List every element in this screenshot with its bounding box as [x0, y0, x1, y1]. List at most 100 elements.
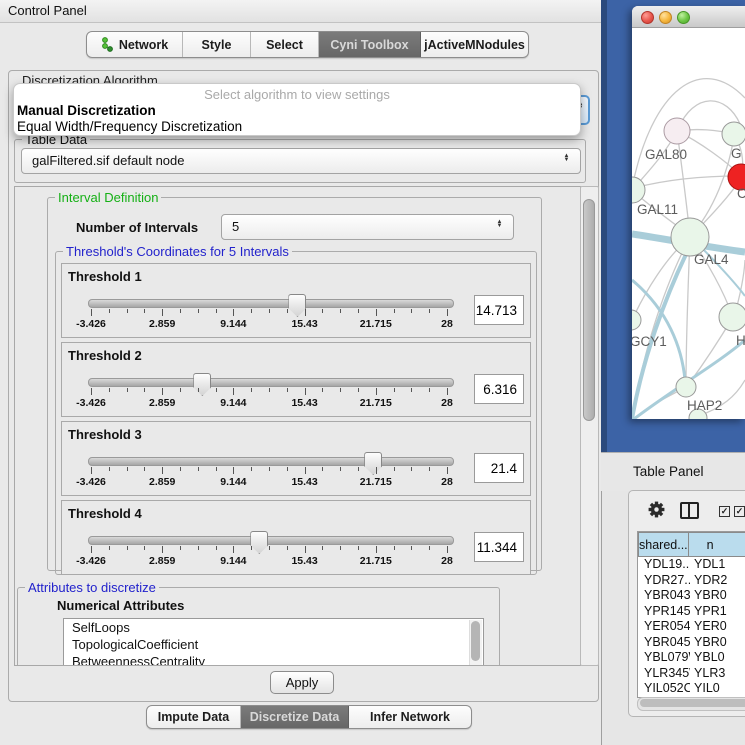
- threshold-4-value-field[interactable]: 11.344: [474, 532, 524, 562]
- threshold-1-value-field[interactable]: 14.713: [474, 295, 524, 325]
- tab-impute-data[interactable]: Impute Data: [147, 706, 241, 728]
- network-canvas[interactable]: GAL80GCGAL11GAL4GCY1HHAP2: [632, 28, 745, 419]
- node-attribute-table[interactable]: shared...n YDL19...YDL1YDR27...YDR2YBR04…: [637, 531, 745, 698]
- settings-vertical-scrollbar[interactable]: [580, 186, 599, 666]
- slider-tick: [233, 467, 234, 474]
- slider-tick: [376, 467, 377, 474]
- table-column-header[interactable]: shared...: [638, 532, 689, 557]
- threshold-1-slider-track[interactable]: [88, 299, 454, 308]
- table-row[interactable]: YBR045CYBR0: [638, 635, 745, 651]
- table-horizontal-scrollbar[interactable]: [637, 697, 745, 711]
- gear-icon[interactable]: [647, 500, 666, 519]
- table-toolbar: ✓ ✓: [633, 497, 745, 525]
- network-node[interactable]: [676, 377, 696, 397]
- slider-tick-label: -3.426: [68, 397, 114, 409]
- network-window-titlebar[interactable]: [632, 6, 745, 28]
- table-data-combobox[interactable]: galFiltered.sif default node ▲▼: [21, 148, 581, 174]
- threshold-2-slider-track[interactable]: [88, 378, 454, 387]
- table-cell: YPR145W: [638, 604, 690, 620]
- table-row[interactable]: YPR145WYPR1: [638, 604, 745, 620]
- threshold-4-slider-handle[interactable]: [250, 531, 268, 554]
- attribute-list-item[interactable]: BetweennessCentrality: [64, 653, 483, 666]
- checked-box-icon[interactable]: ✓: [719, 506, 730, 517]
- network-node[interactable]: [664, 118, 690, 144]
- tab-jactivemnodules[interactable]: jActiveMNodules: [421, 32, 528, 57]
- threshold-4-panel: Threshold 4 11.344 -3.4262.8599.14415.43…: [61, 500, 531, 575]
- menu-item-equal-width-frequency[interactable]: Equal Width/Frequency Discretization: [17, 119, 242, 134]
- threshold-4-slider-track[interactable]: [88, 536, 454, 545]
- table-row[interactable]: YIL052CYIL0: [638, 681, 745, 697]
- slider-tick-label: 2.859: [139, 318, 185, 330]
- slider-tick: [162, 309, 163, 316]
- table-cell: YDR2: [690, 573, 745, 589]
- attribute-list-item[interactable]: SelfLoops: [64, 619, 483, 636]
- table-cell: YBR0: [690, 588, 745, 604]
- table-row[interactable]: YBR043CYBR0: [638, 588, 745, 604]
- tab-network[interactable]: Network: [87, 32, 183, 57]
- network-node[interactable]: [719, 303, 745, 331]
- network-node[interactable]: [722, 122, 745, 146]
- table-cell: YPR1: [690, 604, 745, 620]
- threshold-1-panel: Threshold 1 14.713 -3.4262.8599.14415.43…: [61, 263, 531, 338]
- slider-tick: [322, 546, 323, 550]
- table-row[interactable]: YER054CYER0: [638, 619, 745, 635]
- slider-tick: [269, 467, 270, 471]
- threshold-3-value-field[interactable]: 21.4: [474, 453, 524, 483]
- threshold-3-slider-handle[interactable]: [364, 452, 382, 475]
- network-node-label: HAP2: [687, 398, 722, 413]
- attributes-group-label: Attributes to discretize: [25, 580, 159, 595]
- menu-item-manual-discretization[interactable]: Manual Discretization: [17, 103, 156, 118]
- table-row[interactable]: YDR27...YDR2: [638, 573, 745, 589]
- checked-box-icon[interactable]: ✓: [734, 506, 745, 517]
- scrollbar-thumb[interactable]: [583, 199, 595, 421]
- table-column-header[interactable]: n: [689, 532, 745, 557]
- slider-tick: [251, 546, 252, 550]
- threshold-2-slider-handle[interactable]: [193, 373, 211, 396]
- mac-minimize-button[interactable]: [659, 11, 672, 24]
- table-panel-title: Table Panel: [633, 464, 704, 479]
- slider-tick: [287, 467, 288, 471]
- mac-close-button[interactable]: [641, 11, 654, 24]
- slider-tick: [109, 388, 110, 392]
- tab-style[interactable]: Style: [183, 32, 251, 57]
- control-panel: Control Panel ✕ Network Style Select Cyn…: [0, 0, 602, 745]
- split-columns-icon[interactable]: [680, 502, 699, 519]
- threshold-2-value-field[interactable]: 6.316: [474, 374, 524, 404]
- mac-zoom-button[interactable]: [677, 11, 690, 24]
- tab-discretize-data[interactable]: Discretize Data: [241, 706, 349, 728]
- network-view-window: GAL80GCGAL11GAL4GCY1HHAP2: [632, 6, 745, 419]
- table-row[interactable]: YLR345WYLR3: [638, 666, 745, 682]
- tab-cyni-toolbox[interactable]: Cyni Toolbox: [319, 32, 421, 57]
- table-cell: YER054C: [638, 619, 690, 635]
- table-row[interactable]: YBL079WYBL0: [638, 650, 745, 666]
- apply-button[interactable]: Apply: [270, 671, 334, 694]
- tab-select[interactable]: Select: [251, 32, 319, 57]
- slider-tick-label: 21.715: [353, 476, 399, 488]
- table-panel: ✓ ✓ shared...n YDL19...YDL1YDR27...YDR2Y…: [628, 490, 745, 717]
- slider-tick: [394, 467, 395, 471]
- table-row[interactable]: YDL19...YDL1: [638, 557, 745, 573]
- slider-tick: [429, 467, 430, 471]
- slider-tick: [216, 309, 217, 313]
- slider-tick: [109, 467, 110, 471]
- slider-tick-label: 2.859: [139, 555, 185, 567]
- up-down-arrows-icon: ▲▼: [562, 154, 571, 162]
- table-panel-titlebar: Table Panel: [601, 452, 745, 491]
- attribute-list-item[interactable]: TopologicalCoefficient: [64, 636, 483, 653]
- slider-tick: [198, 546, 199, 550]
- slider-tick: [269, 388, 270, 392]
- network-node[interactable]: [632, 310, 641, 330]
- slider-tick-label: 9.144: [210, 318, 256, 330]
- threshold-3-slider-track[interactable]: [88, 457, 454, 466]
- numerical-attributes-list[interactable]: SelfLoopsTopologicalCoefficientBetweenne…: [63, 618, 484, 666]
- slider-tick-label: 15.43: [282, 318, 328, 330]
- attributes-list-scrollbar[interactable]: [469, 620, 482, 666]
- network-node[interactable]: [671, 218, 709, 256]
- slider-tick: [251, 388, 252, 392]
- tab-infer-network[interactable]: Infer Network: [349, 706, 471, 728]
- table-cell: YBL079W: [638, 650, 690, 666]
- app-root: Control Panel ✕ Network Style Select Cyn…: [0, 0, 745, 745]
- number-of-intervals-combobox[interactable]: 5 ▲▼: [221, 214, 514, 240]
- slider-tick: [305, 546, 306, 553]
- slider-tick: [394, 546, 395, 550]
